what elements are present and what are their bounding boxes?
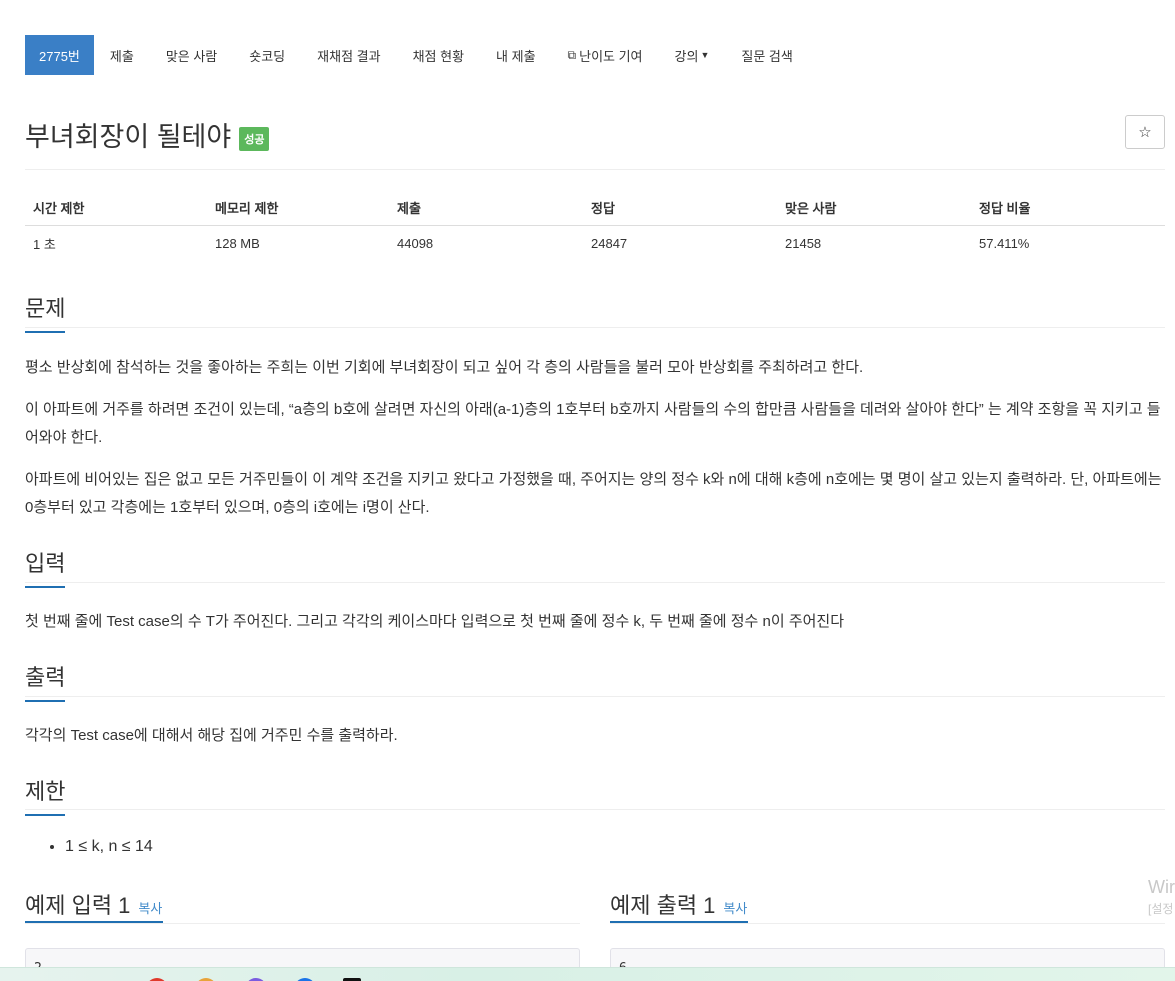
problem-nav: 2775번 제출 맞은 사람 숏코딩 재채점 결과 채점 현황 내 제출 ⧉ 난이… — [25, 35, 809, 75]
header-submissions: 제출 — [389, 190, 583, 226]
table-row: 1 초 128 MB 44098 24847 21458 57.411% — [25, 226, 1165, 262]
nav-tab-difficulty-contribution[interactable]: ⧉ 난이도 기여 — [552, 35, 659, 75]
value-submissions: 44098 — [397, 236, 434, 252]
nav-tab-my-submissions[interactable]: 내 제출 — [480, 35, 552, 75]
nav-tab-lectures[interactable]: 강의 ▼ — [659, 35, 726, 75]
header-time-limit: 시간 제한 — [25, 190, 207, 226]
star-icon: ☆ — [1138, 124, 1152, 141]
header-accepted: 정답 — [583, 190, 777, 226]
star-button[interactable]: ☆ — [1125, 115, 1165, 149]
example-input-heading: 예제 입력 1 복사 — [25, 893, 163, 918]
value-accepted: 24847 — [591, 236, 628, 252]
header-accept-rate: 정답 비율 — [971, 190, 1165, 226]
problem-title: 부녀회장이 될테야 — [25, 122, 232, 152]
input-description: 첫 번째 줄에 Test case의 수 T가 주어진다. 그리고 각각의 케이… — [25, 613, 845, 630]
problem-title-row: 부녀회장이 될테야 성공 — [25, 115, 270, 154]
external-link-icon: ⧉ — [567, 47, 577, 62]
value-solved-users: 21458 — [785, 236, 822, 252]
header-solved-users: 맞은 사람 — [777, 190, 971, 226]
nav-tab-submit[interactable]: 제출 — [94, 35, 150, 75]
copy-output-link[interactable]: 복사 — [723, 898, 747, 917]
problem-description-1: 평소 반상회에 참석하는 것을 좋아하는 주희는 이번 기회에 부녀회장이 되고… — [25, 359, 864, 376]
table-header-row: 시간 제한 메모리 제한 제출 정답 맞은 사람 정답 비율 — [25, 190, 1165, 226]
nav-tab-solved-users[interactable]: 맞은 사람 — [150, 35, 233, 75]
list-item: 1 ≤ k, n ≤ 14 — [65, 838, 153, 856]
nav-tab-question-search[interactable]: 질문 검색 — [725, 35, 808, 75]
problem-info-table: 시간 제한 메모리 제한 제출 정답 맞은 사람 정답 비율 1 초 128 M… — [25, 190, 1165, 262]
value-time-limit: 1 초 — [33, 237, 56, 253]
example-output-heading: 예제 출력 1 복사 — [610, 893, 748, 918]
title-divider — [25, 169, 1165, 170]
problem-description-2: 이 아파트에 거주를 하려면 조건이 있는데, “a층의 b호에 살려면 자신의… — [25, 401, 1161, 446]
limit-list: 1 ≤ k, n ≤ 14 — [47, 838, 153, 856]
header-memory-limit: 메모리 제한 — [207, 190, 389, 226]
nav-tab-problem[interactable]: 2775번 — [25, 35, 94, 75]
caret-down-icon: ▼ — [700, 50, 710, 60]
output-description: 각각의 Test case에 대해서 해당 집에 거주민 수를 출력하라. — [25, 727, 398, 744]
value-accept-rate: 57.411% — [979, 236, 1030, 252]
windows-watermark: Wir [설정 — [1148, 877, 1175, 916]
status-badge: 성공 — [239, 126, 270, 151]
nav-tab-rejudge-results[interactable]: 재채점 결과 — [301, 35, 396, 75]
nav-tab-short-coding[interactable]: 숏코딩 — [233, 35, 301, 75]
copy-input-link[interactable]: 복사 — [138, 898, 162, 917]
value-memory-limit: 128 MB — [215, 236, 260, 252]
nav-tab-judge-status[interactable]: 채점 현황 — [397, 35, 480, 75]
taskbar — [0, 967, 1175, 981]
problem-description-3: 아파트에 비어있는 집은 없고 모든 거주민들이 이 계약 조건을 지키고 왔다… — [25, 471, 1162, 516]
